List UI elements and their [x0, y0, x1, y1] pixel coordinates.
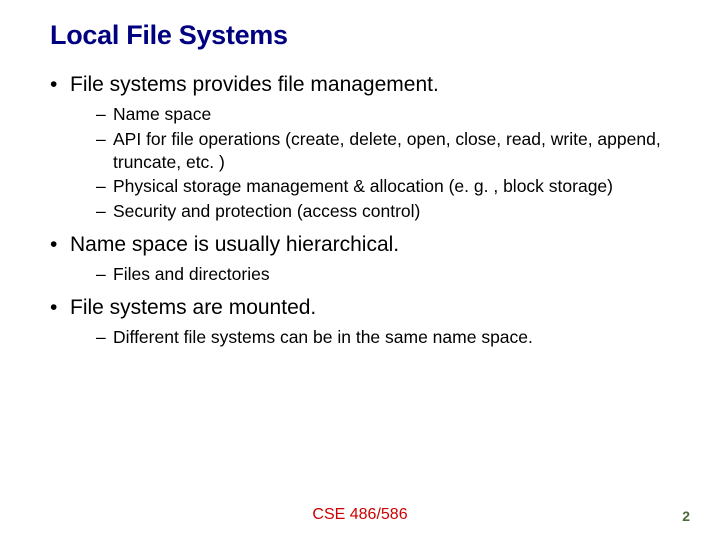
sub-text: Name space	[113, 103, 211, 126]
dash-icon: –	[96, 263, 106, 286]
sub-text: Different file systems can be in the sam…	[113, 326, 533, 349]
sub-item: – Physical storage management & allocati…	[96, 175, 670, 198]
sub-list: – Different file systems can be in the s…	[96, 326, 670, 349]
sub-text: Physical storage management & allocation…	[113, 175, 613, 198]
sub-text: Security and protection (access control)	[113, 200, 420, 223]
page-number: 2	[682, 508, 690, 524]
bullet-item: • Name space is usually hierarchical. – …	[50, 233, 670, 286]
slide-container: Local File Systems • File systems provid…	[0, 0, 720, 540]
bullet-text: File systems are mounted.	[70, 296, 316, 320]
sub-item: – API for file operations (create, delet…	[96, 128, 670, 174]
bullet-text: File systems provides file management.	[70, 73, 439, 97]
sub-item: – Files and directories	[96, 263, 670, 286]
footer-text: CSE 486/586	[0, 506, 720, 524]
bullet-item: • File systems are mounted. – Different …	[50, 296, 670, 349]
dash-icon: –	[96, 175, 106, 198]
dash-icon: –	[96, 200, 106, 223]
sub-list: – Files and directories	[96, 263, 670, 286]
bullet-list: • File systems provides file management.…	[50, 73, 670, 348]
sub-list: – Name space – API for file operations (…	[96, 103, 670, 223]
bullet-icon: •	[50, 73, 60, 97]
bullet-text: Name space is usually hierarchical.	[70, 233, 399, 257]
sub-text: Files and directories	[113, 263, 270, 286]
bullet-icon: •	[50, 233, 60, 257]
sub-item: – Different file systems can be in the s…	[96, 326, 670, 349]
sub-item: – Name space	[96, 103, 670, 126]
bullet-icon: •	[50, 296, 60, 320]
bullet-item: • File systems provides file management.…	[50, 73, 670, 223]
slide-title: Local File Systems	[50, 20, 670, 51]
sub-item: – Security and protection (access contro…	[96, 200, 670, 223]
dash-icon: –	[96, 128, 106, 151]
dash-icon: –	[96, 326, 106, 349]
dash-icon: –	[96, 103, 106, 126]
sub-text: API for file operations (create, delete,…	[113, 128, 670, 174]
